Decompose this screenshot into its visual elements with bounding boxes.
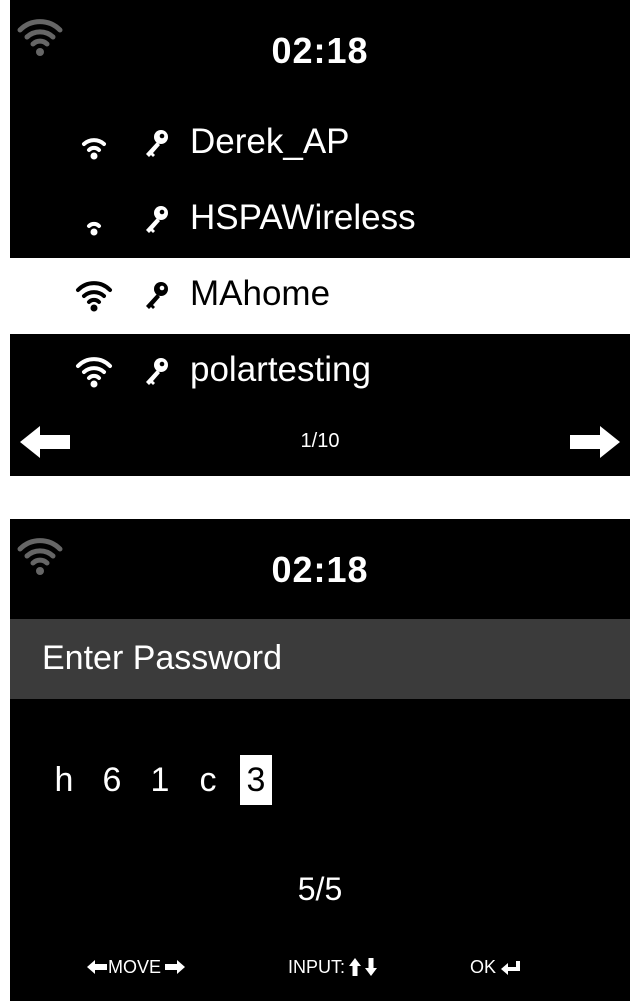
- dialog-title: Enter Password: [42, 639, 282, 677]
- password-cursor-char[interactable]: 3: [240, 755, 272, 805]
- network-ssid: MAhome: [190, 274, 331, 313]
- password-char: 1: [150, 761, 170, 799]
- network-item-polartesting[interactable]: polartesting: [10, 334, 630, 410]
- char-counter: 5/5: [297, 871, 343, 907]
- hint-move: MOVE: [86, 955, 186, 979]
- dialog-title-bar: Enter Password: [10, 619, 630, 699]
- password-char: c: [199, 761, 217, 799]
- pager: 1/10: [10, 414, 630, 470]
- network-item-derek-ap[interactable]: Derek_AP: [10, 106, 630, 182]
- wifi-signal-icon: [76, 281, 112, 312]
- arrow-up-icon: [349, 958, 362, 976]
- wifi-signal-icon: [76, 357, 112, 388]
- page-indicator: 1/10: [300, 430, 340, 452]
- network-ssid: polartesting: [190, 350, 371, 389]
- network-list: Derek_AP HSPAWireless MAhome polartestin…: [10, 106, 630, 410]
- arrow-down-icon: [365, 958, 378, 976]
- enter-icon: [501, 961, 521, 975]
- network-item-mahome[interactable]: MAhome: [10, 258, 630, 334]
- hint-ok-label: OK: [470, 956, 497, 977]
- status-bar: 02:18: [10, 0, 630, 88]
- wifi-signal-icon: [87, 221, 101, 236]
- hint-input: INPUT:: [288, 955, 378, 979]
- password-char: 6: [102, 761, 122, 799]
- hint-ok: OK: [470, 955, 522, 979]
- key-icon: [146, 206, 168, 233]
- password-char: h: [54, 761, 74, 799]
- arrow-left-icon: [87, 960, 107, 974]
- password-input[interactable]: h 6 1 c 3: [48, 755, 272, 805]
- network-ssid: Derek_AP: [190, 122, 350, 161]
- clock: 02:18: [271, 30, 369, 71]
- status-bar: 02:18: [10, 519, 630, 607]
- hint-input-label: INPUT:: [288, 956, 346, 977]
- arrow-right-icon[interactable]: [566, 422, 622, 462]
- key-hints: MOVE INPUT: OK: [10, 947, 630, 987]
- password-screen: 02:18 Enter Password h 6 1 c 3 5/5 MOVE …: [10, 519, 630, 1001]
- wifi-list-screen: 02:18 Derek_AP HSPAWireless MAhome polar…: [10, 0, 630, 476]
- key-icon: [146, 130, 168, 157]
- key-icon: [146, 282, 168, 309]
- wifi-signal-icon: [82, 138, 106, 160]
- network-item-hspawireless[interactable]: HSPAWireless: [10, 182, 630, 258]
- hint-move-label: MOVE: [108, 956, 162, 977]
- arrow-right-icon: [165, 960, 186, 974]
- clock: 02:18: [271, 549, 369, 590]
- network-ssid: HSPAWireless: [190, 198, 416, 237]
- key-icon: [146, 358, 168, 385]
